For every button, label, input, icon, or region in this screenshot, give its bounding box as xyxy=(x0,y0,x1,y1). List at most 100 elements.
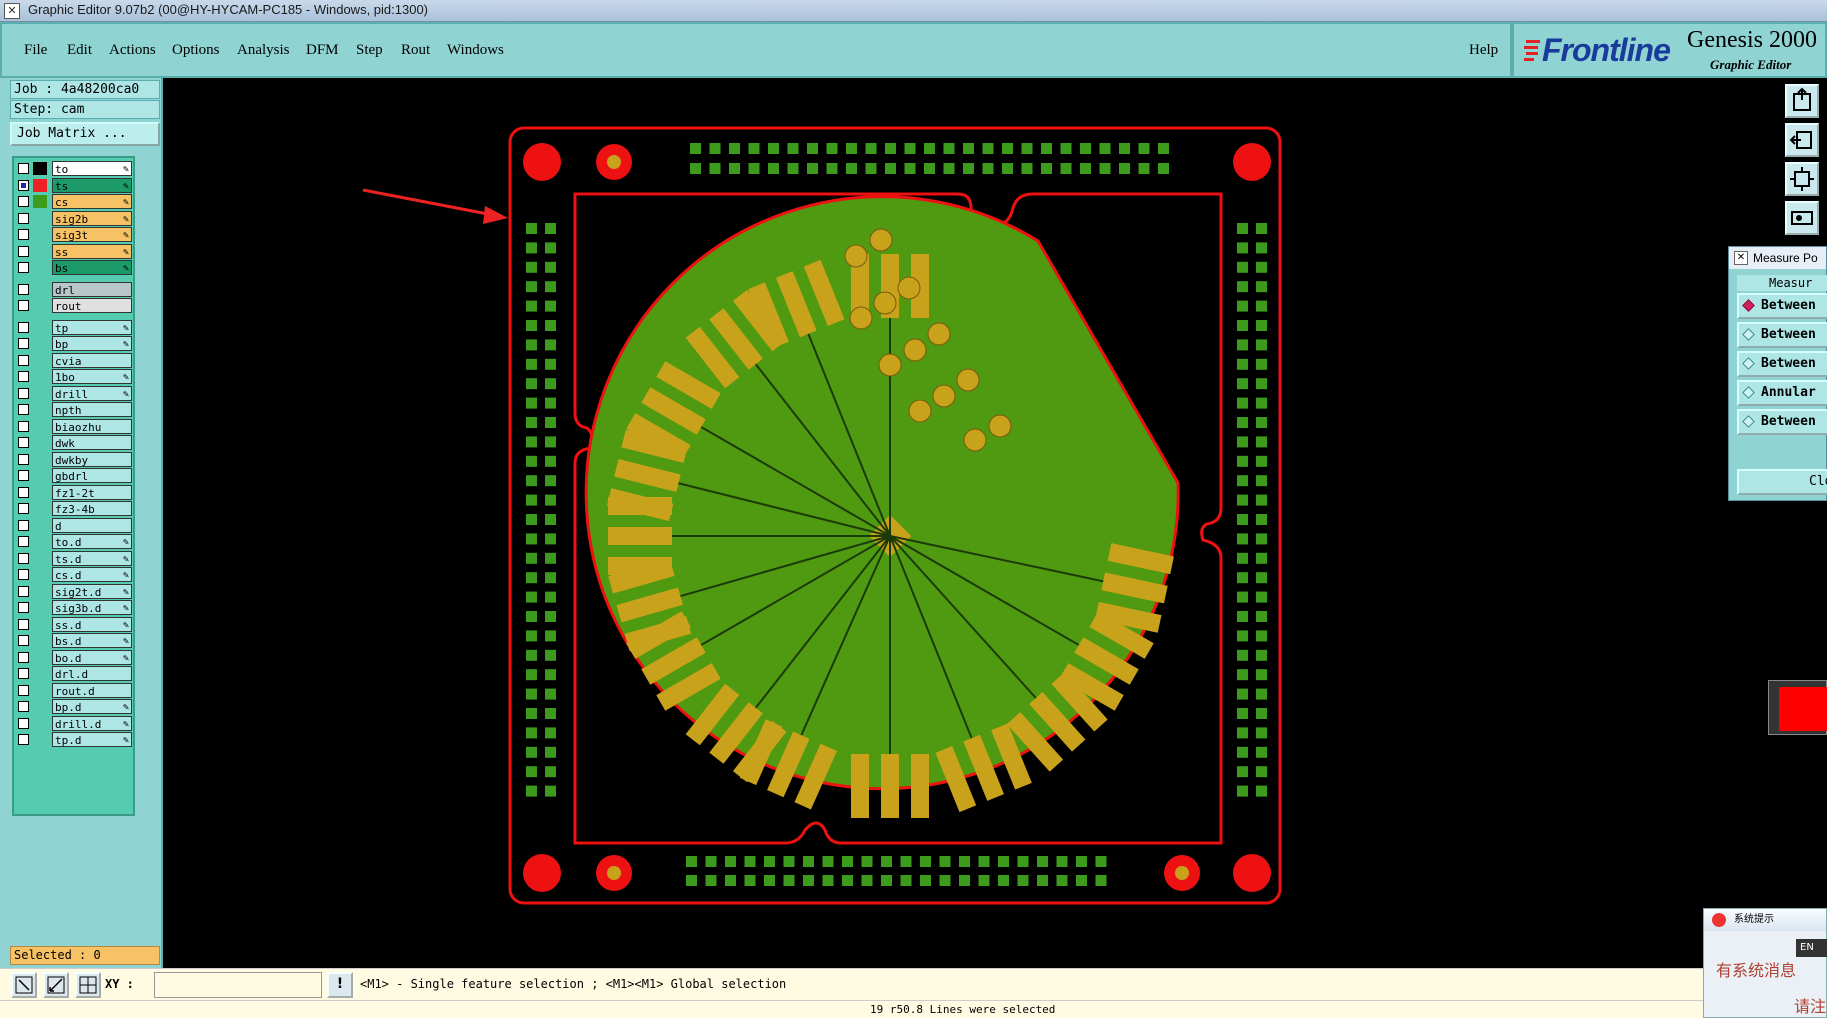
layer-checkbox[interactable] xyxy=(18,635,29,646)
layer-row[interactable]: drl xyxy=(16,281,134,297)
grid-icon[interactable] xyxy=(75,972,101,998)
layer-checkbox[interactable] xyxy=(18,651,29,663)
layer-row[interactable]: gbdrl xyxy=(16,468,134,483)
layer-checkbox[interactable] xyxy=(18,717,29,729)
layer-name[interactable]: cvia xyxy=(52,352,132,368)
layer-name[interactable]: rout.d xyxy=(52,682,132,698)
layer-name[interactable]: sig2t.d ✎ xyxy=(52,583,132,599)
layer-checkbox[interactable] xyxy=(18,283,29,295)
layer-row[interactable]: d xyxy=(16,517,134,533)
layer-name[interactable]: bs ✎ xyxy=(52,260,132,275)
layer-row[interactable]: cs.d ✎ xyxy=(16,567,134,582)
popup-lang-button[interactable]: EN xyxy=(1796,939,1827,957)
layer-row[interactable]: to.d ✎ xyxy=(16,534,134,549)
layer-checkbox[interactable] xyxy=(18,338,29,349)
layer-row[interactable]: ss ✎ xyxy=(16,243,134,259)
layer-color-swatch[interactable] xyxy=(33,299,47,312)
layer-name[interactable]: ss ✎ xyxy=(52,243,132,259)
zoom-back-icon[interactable] xyxy=(1785,123,1819,157)
zoom-home-icon[interactable] xyxy=(1785,84,1819,118)
layer-row[interactable]: drill ✎ xyxy=(16,385,134,401)
layer-row[interactable]: tp.d ✎ xyxy=(16,732,134,747)
layer-checkbox[interactable] xyxy=(18,734,29,745)
layer-name[interactable]: dwk xyxy=(52,435,132,450)
layer-row[interactable]: drl.d xyxy=(16,666,134,681)
layer-checkbox[interactable] xyxy=(18,668,29,679)
layer-color-swatch[interactable] xyxy=(33,667,47,680)
layer-name[interactable]: fz3-4b xyxy=(52,501,132,516)
menu-actions[interactable]: Actions xyxy=(109,42,156,59)
layer-color-swatch[interactable] xyxy=(33,552,47,565)
job-matrix-button[interactable]: Job Matrix ... xyxy=(10,122,160,146)
measure-option[interactable]: Between xyxy=(1737,409,1827,435)
layer-color-swatch[interactable] xyxy=(33,228,47,241)
layer-color-swatch[interactable] xyxy=(33,634,47,647)
layer-name[interactable]: ts.d ✎ xyxy=(52,550,132,566)
layer-checkbox[interactable] xyxy=(18,569,29,580)
layer-row[interactable]: ss.d ✎ xyxy=(16,616,134,632)
layer-color-swatch[interactable] xyxy=(33,436,47,449)
layer-row[interactable]: bs.d ✎ xyxy=(16,633,134,648)
layer-color-swatch[interactable] xyxy=(33,245,47,258)
layer-color-swatch[interactable] xyxy=(33,178,47,192)
layer-color-swatch[interactable] xyxy=(33,453,47,466)
layer-color-swatch[interactable] xyxy=(33,585,47,598)
layer-row[interactable]: cvia xyxy=(16,352,134,368)
layer-row[interactable]: sig3t ✎ xyxy=(16,227,134,242)
layer-color-swatch[interactable] xyxy=(33,469,47,482)
layer-color-swatch[interactable] xyxy=(33,684,47,697)
layer-checkbox[interactable] xyxy=(18,262,29,273)
layer-row[interactable]: bp ✎ xyxy=(16,336,134,351)
layer-name[interactable]: ss.d ✎ xyxy=(52,616,132,632)
layer-checkbox[interactable] xyxy=(18,470,29,481)
layer-checkbox[interactable] xyxy=(18,453,29,465)
layer-color-swatch[interactable] xyxy=(33,212,47,225)
layer-name[interactable]: tp ✎ xyxy=(52,319,132,335)
layer-row[interactable]: ts ✎ xyxy=(16,177,134,193)
layer-checkbox[interactable] xyxy=(18,684,29,696)
layer-row[interactable]: sig2t.d ✎ xyxy=(16,583,134,599)
layer-row[interactable]: biaozhu xyxy=(16,418,134,434)
measure-option[interactable]: Between xyxy=(1737,293,1827,319)
measure-option[interactable]: Annular xyxy=(1737,380,1827,406)
layer-row[interactable]: bp.d ✎ xyxy=(16,699,134,714)
layer-checkbox[interactable] xyxy=(18,196,29,207)
layer-row[interactable]: fz1-2t xyxy=(16,484,134,500)
layer-checkbox[interactable] xyxy=(18,519,29,531)
layer-row[interactable]: dwkby xyxy=(16,451,134,467)
layer-row[interactable]: sig3b.d ✎ xyxy=(16,600,134,615)
layer-color-swatch[interactable] xyxy=(33,651,47,664)
menu-step[interactable]: Step xyxy=(356,42,383,59)
layer-name[interactable]: gbdrl xyxy=(52,468,132,483)
layer-checkbox[interactable] xyxy=(18,602,29,613)
menu-dfm[interactable]: DFM xyxy=(306,42,339,59)
layer-checkbox[interactable] xyxy=(18,420,29,432)
layer-row[interactable]: fz3-4b xyxy=(16,501,134,516)
layer-checkbox[interactable] xyxy=(18,503,29,514)
layer-name[interactable]: sig3t ✎ xyxy=(52,227,132,242)
layer-name[interactable]: cs ✎ xyxy=(52,194,132,209)
layer-checkbox[interactable] xyxy=(18,701,29,712)
layer-row[interactable]: rout xyxy=(16,298,134,313)
menu-rout[interactable]: Rout xyxy=(401,42,430,59)
layer-name[interactable]: sig2b ✎ xyxy=(52,210,132,226)
layer-checkbox[interactable] xyxy=(18,212,29,224)
layer-color-swatch[interactable] xyxy=(33,502,47,515)
layer-name[interactable]: to.d ✎ xyxy=(52,534,132,549)
layer-color-swatch[interactable] xyxy=(33,733,47,746)
layer-row[interactable]: dwk xyxy=(16,435,134,450)
layer-row[interactable]: sig2b ✎ xyxy=(16,210,134,226)
layer-name[interactable]: bp.d ✎ xyxy=(52,699,132,714)
layer-name[interactable]: d xyxy=(52,517,132,533)
layer-color-swatch[interactable] xyxy=(33,568,47,581)
layer-checkbox[interactable] xyxy=(18,387,29,399)
measure-icon[interactable] xyxy=(43,972,69,998)
layer-checkbox[interactable] xyxy=(18,618,29,630)
measure-option[interactable]: Between xyxy=(1737,351,1827,377)
layer-row[interactable]: 1bo ✎ xyxy=(16,369,134,384)
layer-name[interactable]: drill.d ✎ xyxy=(52,715,132,731)
layer-color-swatch[interactable] xyxy=(33,486,47,499)
layer-checkbox[interactable] xyxy=(18,437,29,448)
layer-checkbox[interactable] xyxy=(18,321,29,333)
layer-row[interactable]: bo.d ✎ xyxy=(16,649,134,665)
